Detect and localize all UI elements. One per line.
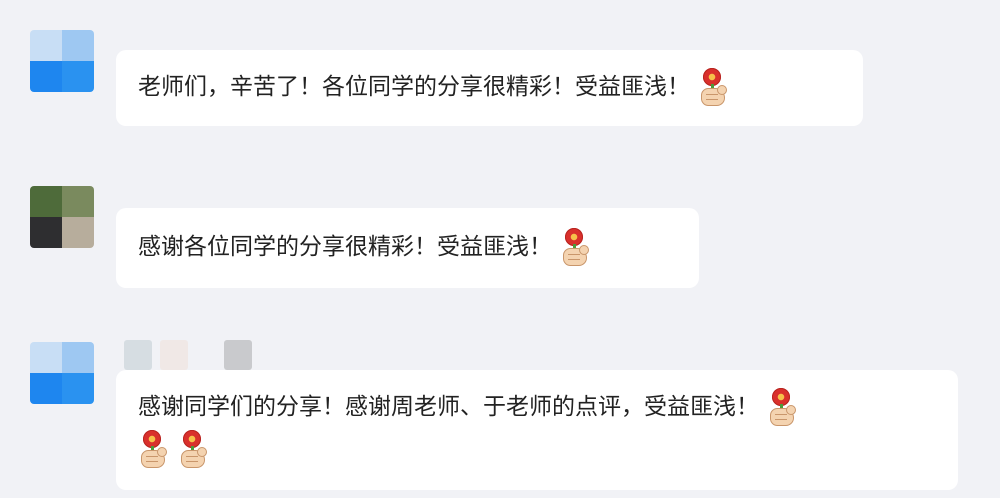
avatar[interactable] xyxy=(30,30,94,92)
rose-icon xyxy=(178,429,210,470)
avatar[interactable] xyxy=(30,342,94,404)
message-text: 感谢各位同学的分享很精彩！受益匪浅！ xyxy=(138,234,552,260)
rose-icon xyxy=(767,387,799,428)
avatar[interactable] xyxy=(30,186,94,248)
sender-name xyxy=(124,340,252,370)
rose-icon xyxy=(560,227,592,268)
message-bubble[interactable]: 老师们，辛苦了！各位同学的分享很精彩！受益匪浅！ xyxy=(116,50,863,126)
message-text: 老师们，辛苦了！各位同学的分享很精彩！受益匪浅！ xyxy=(138,74,690,100)
rose-icon xyxy=(698,67,730,108)
message-bubble[interactable]: 感谢同学们的分享！感谢周老师、于老师的点评，受益匪浅！ xyxy=(116,370,958,490)
message-text: 感谢同学们的分享！感谢周老师、于老师的点评，受益匪浅！ xyxy=(138,394,759,420)
chat-message-list: 老师们，辛苦了！各位同学的分享很精彩！受益匪浅！ 感谢各位同学的分享很精彩！受益… xyxy=(0,0,1000,498)
rose-icon xyxy=(138,429,170,470)
message-bubble[interactable]: 感谢各位同学的分享很精彩！受益匪浅！ xyxy=(116,208,699,288)
